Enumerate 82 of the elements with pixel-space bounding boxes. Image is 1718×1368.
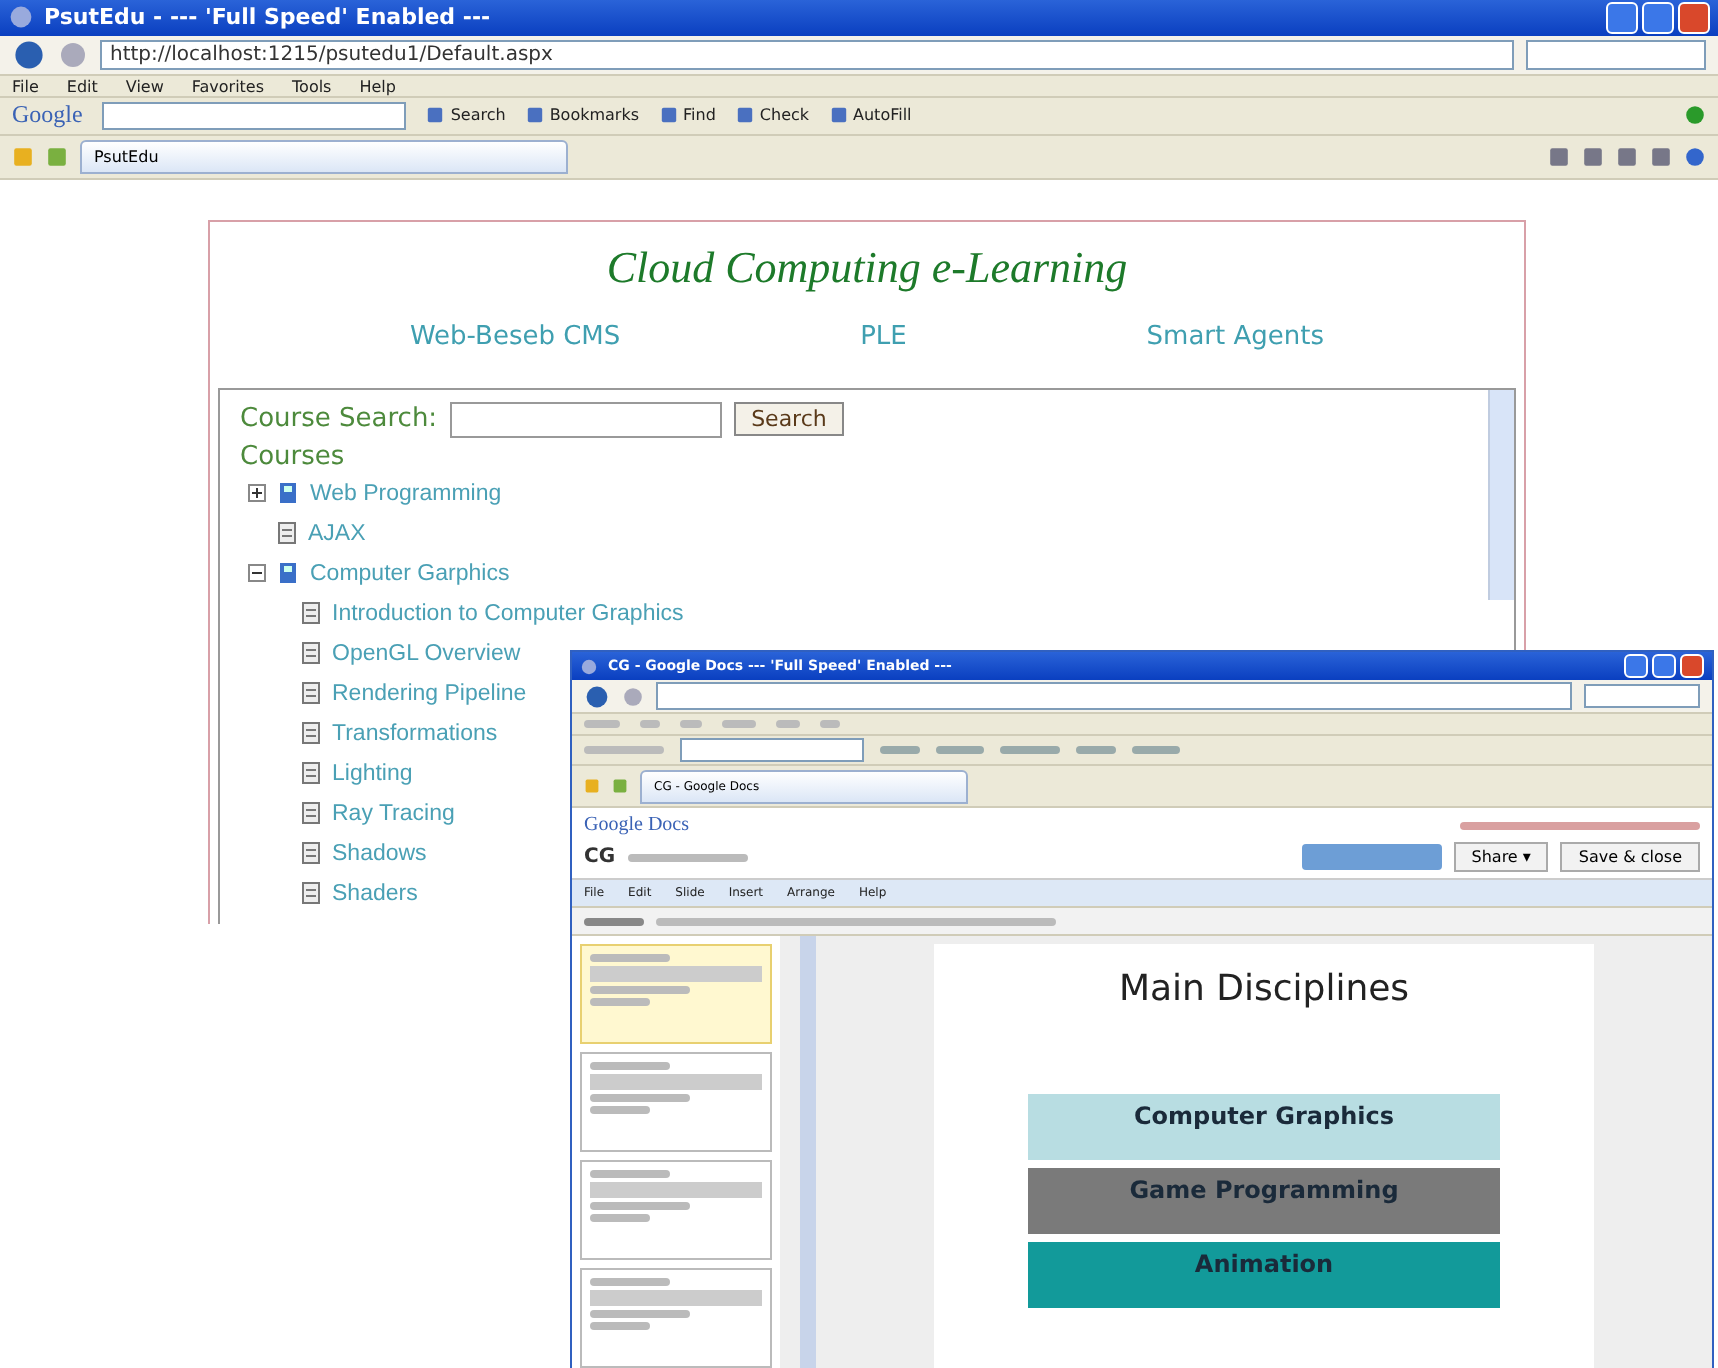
search-field[interactable] bbox=[1584, 683, 1700, 709]
minimize-button[interactable] bbox=[1624, 654, 1648, 678]
slide-title: Main Disciplines bbox=[1118, 968, 1410, 1010]
docs-button[interactable]: Save & close bbox=[1560, 842, 1700, 872]
docs-button[interactable]: Share ▾ bbox=[1453, 842, 1549, 872]
browser-tab[interactable]: PsutEdu bbox=[80, 139, 568, 175]
close-button[interactable] bbox=[1680, 654, 1704, 678]
address-field[interactable] bbox=[656, 682, 1572, 710]
back-icon bbox=[12, 38, 46, 73]
menu-item[interactable]: File bbox=[12, 77, 39, 96]
book-icon bbox=[278, 482, 298, 505]
blurred-text-drawing bbox=[680, 720, 702, 728]
search-field[interactable] bbox=[1526, 40, 1706, 70]
start-presentation-button[interactable] bbox=[1301, 844, 1442, 870]
blurred-text-drawing bbox=[584, 917, 644, 925]
slide-band: Game Programming bbox=[1028, 1168, 1500, 1234]
blurred-text-drawing bbox=[1132, 746, 1180, 754]
toolbar-search-field[interactable] bbox=[680, 738, 864, 762]
menu-item[interactable]: Edit bbox=[66, 77, 98, 96]
blurred-text-drawing bbox=[590, 1202, 690, 1210]
forward-icon bbox=[622, 685, 644, 707]
blurred-text-drawing bbox=[590, 1214, 650, 1222]
search-label: Course Search: bbox=[240, 404, 438, 435]
minimize-button[interactable] bbox=[1606, 1, 1638, 34]
menu-item[interactable]: Favorites bbox=[191, 77, 265, 96]
maximize-button[interactable] bbox=[1652, 654, 1676, 678]
menu-item[interactable]: Tools bbox=[292, 77, 332, 96]
toolbar-button[interactable]: Search bbox=[426, 106, 506, 125]
blurred-text-drawing bbox=[1076, 746, 1116, 754]
forward-icon bbox=[58, 40, 88, 71]
slide-thumbnail[interactable] bbox=[580, 1052, 772, 1152]
blurred-text-drawing bbox=[590, 1062, 670, 1070]
address-field[interactable]: http://localhost:1215/psutedu1/Default.aspx bbox=[100, 39, 1514, 71]
back-icon bbox=[584, 683, 610, 709]
blurred-text-drawing bbox=[1000, 746, 1060, 754]
toolbar-button[interactable]: AutoFill bbox=[829, 106, 912, 125]
toolbar-brand: Google bbox=[12, 100, 83, 131]
slide-band: Animation bbox=[1028, 1242, 1500, 1308]
blurred-text-drawing bbox=[590, 1310, 690, 1318]
course-search-field[interactable] bbox=[449, 401, 722, 438]
blurred-text-drawing bbox=[880, 746, 920, 754]
blurred-text-drawing bbox=[722, 720, 756, 728]
blurred-text-drawing bbox=[820, 720, 840, 728]
blurred-text-drawing bbox=[584, 746, 664, 754]
docs-brand: Google Docs bbox=[584, 814, 689, 836]
browser-icon bbox=[8, 4, 34, 31]
blurred-text-drawing bbox=[640, 720, 660, 728]
blurred-text-drawing bbox=[590, 1170, 670, 1178]
blurred-text-drawing bbox=[590, 998, 650, 1006]
collapse-icon[interactable] bbox=[248, 564, 266, 583]
slide-thumbnail[interactable] bbox=[580, 1160, 772, 1260]
slide-band: Computer Graphics bbox=[1028, 1094, 1500, 1160]
toolbar-button[interactable]: Find bbox=[659, 106, 716, 125]
scrollbar[interactable] bbox=[1488, 389, 1514, 600]
slide-thumbnail[interactable] bbox=[580, 944, 772, 1044]
slide-thumbnail[interactable] bbox=[580, 1268, 772, 1368]
blurred-text-drawing bbox=[590, 1094, 690, 1102]
book-icon bbox=[278, 562, 298, 585]
blurred-text-drawing bbox=[936, 746, 984, 754]
courses-heading: Courses bbox=[240, 441, 347, 472]
document-name: CG bbox=[584, 846, 616, 868]
blurred-text-drawing bbox=[627, 853, 748, 861]
blurred-text-drawing bbox=[584, 720, 620, 728]
scrollbar[interactable] bbox=[800, 936, 816, 1368]
expand-icon[interactable] bbox=[248, 484, 266, 503]
search-button[interactable]: Search bbox=[733, 402, 845, 437]
menu-item[interactable]: Help bbox=[359, 77, 396, 96]
blurred-text-drawing bbox=[590, 1278, 670, 1286]
blurred-text-drawing bbox=[776, 720, 800, 728]
window-title: PsutEdu - --- 'Full Speed' Enabled --- bbox=[44, 4, 493, 31]
blurred-text-drawing bbox=[590, 1322, 650, 1330]
site-title: Cloud Computing e-Learning bbox=[604, 241, 1130, 294]
browser-icon bbox=[580, 657, 598, 675]
maximize-button[interactable] bbox=[1642, 1, 1674, 34]
close-button[interactable] bbox=[1678, 1, 1710, 34]
toolbar-button[interactable]: Check bbox=[735, 106, 810, 125]
toolbar-search-field[interactable] bbox=[102, 102, 407, 130]
blurred-text-drawing bbox=[590, 986, 690, 994]
blurred-text-drawing bbox=[590, 1106, 650, 1114]
blurred-text-drawing bbox=[590, 954, 670, 962]
toolbar-button[interactable]: Bookmarks bbox=[525, 106, 640, 125]
menu-item[interactable]: View bbox=[125, 77, 164, 96]
